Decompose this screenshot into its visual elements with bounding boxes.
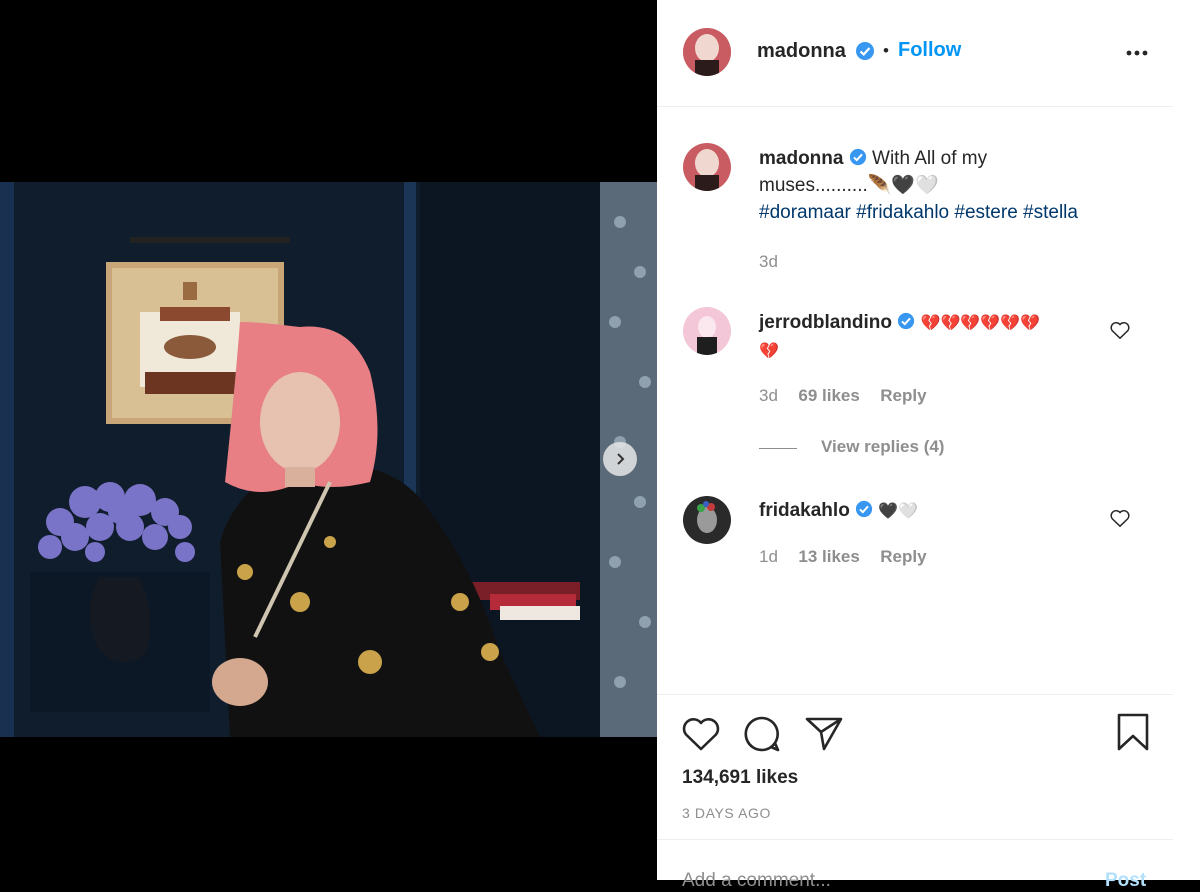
caption-line1: With All of my [872,148,988,169]
avatar-image [683,28,731,76]
comment-likes-1[interactable]: 69 likes [798,386,859,405]
comment-body-1b: 💔 [759,343,779,360]
comment-like-heart-icon[interactable] [1109,508,1131,528]
post-comment-button[interactable]: Post [1105,870,1146,892]
comment-age-2[interactable]: 1d [759,547,778,566]
verified-badge-icon [849,148,866,166]
post-side-panel: madonna • Follow madonna With All of my … [657,0,1200,891]
comment-username-2[interactable]: fridakahlo [759,500,850,521]
caption-hashtags[interactable]: #doramaar #fridakahlo #estere #stella [759,202,1078,223]
post-date[interactable]: 3 DAYS AGO [682,805,771,821]
next-photo-button[interactable] [603,442,637,476]
avatar-image [683,307,731,355]
comment-text-1: jerrodblandino 💔💔💔💔💔💔 💔 [759,309,1079,365]
comment-meta-2: 1d 13 likes Reply [759,547,927,567]
comment-text-2: fridakahlo 🖤🤍 [759,497,1079,525]
caption-username[interactable]: madonna [759,148,843,169]
comment-reply-2[interactable]: Reply [880,547,926,566]
comment-like-heart-icon[interactable] [1109,320,1131,340]
comment-avatar-jerrodblandino[interactable] [683,307,731,355]
add-comment-input[interactable]: Add a comment... [682,870,831,892]
comment-bubble-icon[interactable] [742,714,782,754]
header-username[interactable]: madonna [757,40,846,63]
comment-body-1: 💔💔💔💔💔💔 [920,315,1041,332]
avatar-image [683,143,731,191]
comment-reply-1[interactable]: Reply [880,386,926,405]
comments-area: madonna With All of my muses..........🪶🖤… [657,107,1173,694]
follow-button[interactable]: Follow [898,39,961,62]
post-photo[interactable] [0,182,657,737]
view-replies-button[interactable]: View replies (4) [821,437,944,457]
share-paper-plane-icon[interactable] [804,713,844,753]
caption-text: madonna With All of my muses..........🪶🖤… [759,145,1139,226]
likes-count[interactable]: 134,691 likes [682,767,798,789]
photo-image [0,182,657,737]
caption-age[interactable]: 3d [759,252,778,272]
caption-avatar[interactable] [683,143,731,191]
post-actions: 134,691 likes 3 DAYS AGO [657,694,1173,840]
comment-likes-2[interactable]: 13 likes [798,547,859,566]
post-header: madonna • Follow [657,0,1173,107]
more-options-icon[interactable] [1125,43,1149,63]
avatar-image [683,496,731,544]
like-heart-icon[interactable] [681,715,721,753]
comment-meta-1: 3d 69 likes Reply [759,386,927,406]
view-replies-line [759,448,797,449]
comment-bar: Add a comment... Post [657,839,1173,891]
header-separator: • [883,41,889,60]
comment-avatar-fridakahlo[interactable] [683,496,731,544]
comment-body-2: 🖤🤍 [878,503,919,520]
verified-badge-icon [855,500,873,518]
verified-badge-icon [856,42,874,60]
caption-line2: muses..........🪶🖤🤍 [759,175,939,196]
avatar[interactable] [683,28,731,76]
comment-age-1[interactable]: 3d [759,386,778,405]
comment-username-1[interactable]: jerrodblandino [759,312,892,333]
media-area [0,0,657,880]
chevron-right-icon [617,453,625,465]
save-bookmark-icon[interactable] [1115,712,1151,752]
verified-badge-icon [898,312,915,330]
